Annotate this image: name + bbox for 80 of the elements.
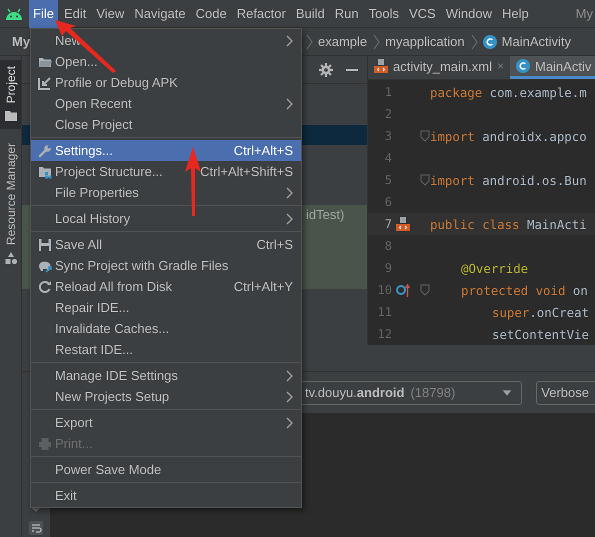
class-icon [516, 59, 530, 73]
window-title: My [576, 6, 594, 21]
tool-window-tab[interactable]: Project [0, 60, 21, 130]
menu-item[interactable]: Export [31, 412, 301, 433]
fold-marker-icon[interactable] [420, 129, 430, 143]
code-line: @Override [461, 260, 528, 276]
line-number: 5 [384, 173, 392, 187]
log-level-dropdown[interactable]: Verbose [536, 380, 595, 404]
layout-file-icon [374, 59, 388, 73]
folder-icon [4, 109, 18, 124]
code-line: public class MainActi [430, 216, 587, 232]
menu-title[interactable]: Help [498, 0, 533, 28]
line-number: 9 [384, 261, 392, 275]
line-number: 10 [376, 283, 392, 297]
menu-item[interactable]: Invalidate Caches... [31, 318, 301, 339]
arrow-into-box-icon [38, 76, 52, 90]
menu-item[interactable]: Close Project [31, 114, 301, 135]
android-logo-icon [4, 6, 24, 20]
elephant-sync-icon [38, 258, 52, 272]
line-number: 4 [384, 151, 392, 165]
menu-item[interactable]: Power Save Mode [31, 459, 301, 480]
menu-item[interactable]: Repair IDE... [31, 297, 301, 318]
menu-title[interactable]: Build [292, 0, 329, 28]
chevron-icon [470, 34, 478, 50]
menu-item[interactable]: Save All Ctrl+S [31, 234, 301, 255]
menu-title[interactable]: Refactor [232, 0, 290, 28]
line-number: 7 [384, 217, 392, 231]
fold-marker-icon[interactable] [420, 173, 430, 187]
line-number: 12 [376, 327, 392, 341]
menu-item[interactable]: File Properties [31, 182, 301, 203]
breadcrumb[interactable]: MainActivity [502, 34, 571, 49]
code-line: setContentVie [492, 326, 589, 342]
line-number: 1 [384, 85, 392, 99]
editor-tab[interactable]: activity_main.xml × [368, 56, 510, 79]
menu-item[interactable]: Project Structure... Ctrl+Alt+Shift+S [31, 161, 301, 182]
editor-tab[interactable]: MainActiv [510, 56, 595, 79]
tool-window-tab[interactable]: Resource Manager [0, 137, 21, 272]
menu-item[interactable]: Restart IDE... [31, 339, 301, 360]
line-number: 3 [384, 129, 392, 143]
menu-item[interactable]: Open... [31, 51, 301, 72]
menu-item[interactable]: Reload All from Disk Ctrl+Alt+Y [31, 276, 301, 297]
menu-title[interactable]: Window [442, 0, 496, 28]
code-line: import android.os.Bun [430, 172, 587, 188]
line-number: 11 [376, 305, 392, 319]
soft-wrap-icon[interactable] [29, 521, 43, 535]
menu-item[interactable]: Settings... Ctrl+Alt+S [31, 140, 301, 161]
breadcrumb[interactable]: example [318, 34, 368, 49]
code-line: protected void on [461, 282, 588, 298]
code-line: import androidx.appco [430, 128, 587, 144]
menu-title[interactable]: View [92, 0, 128, 28]
code-line: super.onCreat [492, 304, 589, 320]
menu-title[interactable]: Edit [60, 0, 90, 28]
menu-title[interactable]: VCS [404, 0, 440, 28]
refresh-icon [38, 280, 52, 294]
menu-title[interactable]: Navigate [130, 0, 190, 28]
menu-title[interactable]: Tools [364, 0, 403, 28]
override-icon[interactable] [396, 283, 410, 297]
menu-item[interactable]: Profile or Debug APK [31, 72, 301, 93]
menu-title[interactable]: Code [192, 0, 231, 28]
code-line: package com.example.m [430, 84, 587, 100]
menu-title[interactable]: File [29, 0, 58, 28]
line-number: 8 [384, 239, 392, 253]
menu-item[interactable]: Open Recent [31, 93, 301, 114]
fold-marker-icon[interactable] [420, 283, 430, 297]
menu-title[interactable]: Run [330, 0, 363, 28]
layout-file-icon[interactable] [396, 217, 410, 231]
breadcrumb[interactable]: myapplication [385, 34, 465, 49]
wrench-icon [38, 144, 52, 158]
settings-icon[interactable] [319, 62, 333, 76]
folder-grid-icon [38, 164, 52, 178]
shapes-icon [4, 251, 18, 266]
chevron-icon [373, 34, 380, 50]
tree-item[interactable]: idTest) [306, 207, 344, 289]
line-number: 6 [384, 195, 392, 209]
menu-item[interactable]: Local History [31, 208, 301, 229]
menu-item[interactable]: Sync Project with Gradle Files [31, 255, 301, 276]
class-icon [482, 34, 497, 48]
line-number: 2 [384, 107, 392, 121]
chevron-icon [306, 34, 313, 50]
menu-item[interactable]: Exit [31, 485, 301, 506]
